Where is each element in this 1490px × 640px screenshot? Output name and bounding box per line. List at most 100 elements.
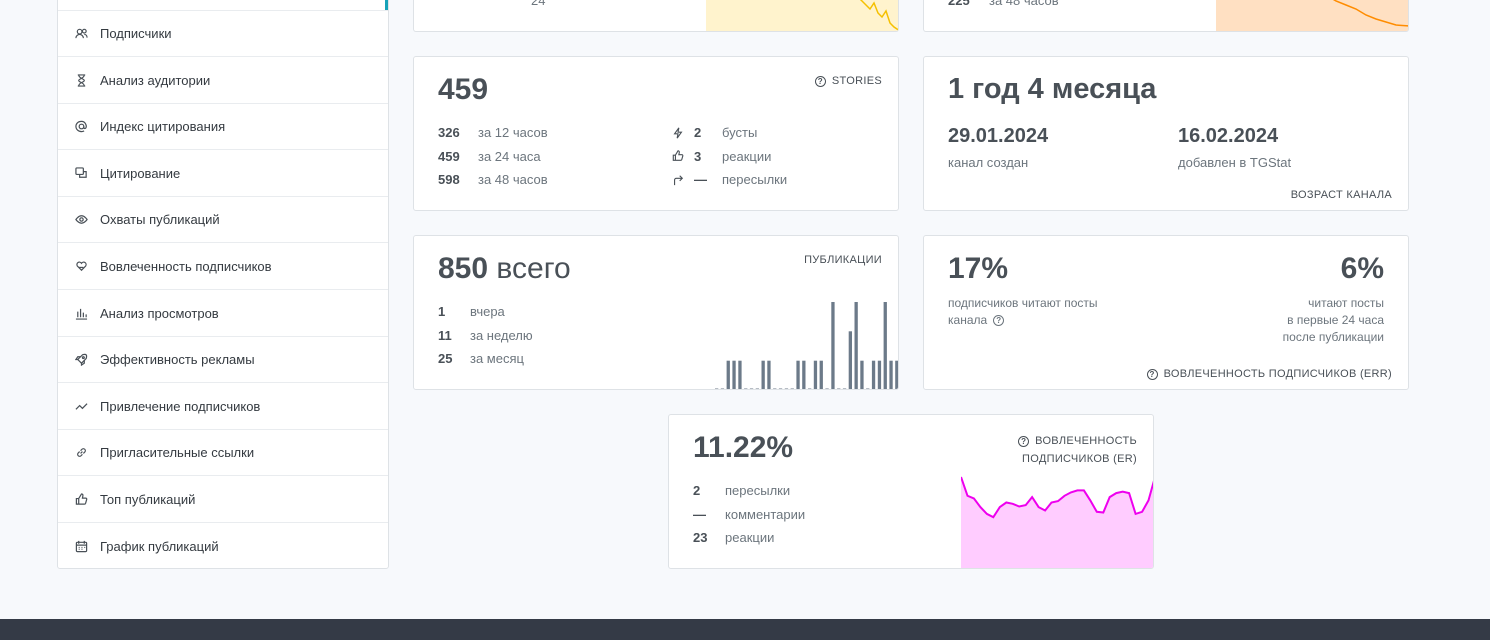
posts-bar [790, 388, 794, 389]
stat-label: за 24 часа [478, 148, 541, 164]
sidebar-item[interactable]: Пригласительные ссылки [58, 430, 388, 477]
posts-bar [877, 360, 882, 389]
subscribers-sparkline [706, 0, 898, 31]
posts-bar [720, 388, 725, 389]
er-card: 11.22% ? ВОВЛЕЧЕННОСТЬ ПОДПИСЧИКОВ (ER) 2… [668, 414, 1154, 569]
er-value: 11.22% [693, 431, 794, 464]
help-icon: ? [1018, 435, 1030, 447]
posts-bar [871, 360, 876, 389]
stat-label: за неделю [470, 327, 533, 343]
added-label: добавлен в TGStat [1178, 155, 1292, 170]
posts-bar [825, 388, 829, 389]
at-icon [74, 120, 88, 134]
er-tag[interactable]: ? ВОВЛЕЧЕННОСТЬ ПОДПИСЧИКОВ (ER) [1018, 432, 1137, 468]
page-footer [0, 619, 1490, 640]
help-icon[interactable]: ? [993, 314, 1005, 326]
posts-bar [808, 388, 812, 389]
posts-bar [866, 388, 870, 389]
posts-bar [738, 360, 742, 389]
posts-bar-chart [715, 302, 898, 389]
channel-age-value: 1 год 4 месяца [948, 73, 1157, 105]
sidebar-item[interactable]: Подписчики [58, 11, 388, 57]
trend-icon [74, 399, 88, 413]
er-line-chart [961, 476, 1153, 568]
sidebar-item-label: Подписчики [100, 26, 172, 41]
posts-bar [883, 302, 887, 389]
stat-value: 1 [438, 304, 446, 319]
link-icon [74, 446, 88, 460]
err-tag[interactable]: ? ВОВЛЕЧЕННОСТЬ ПОДПИСЧИКОВ (ERR) [1146, 368, 1392, 380]
forward-icon [672, 174, 686, 186]
posts-bar [715, 388, 719, 389]
stat-value: 2 [693, 483, 701, 498]
stories-stat-row: 2 бусты [672, 125, 757, 140]
stories-value: 459 [438, 73, 489, 106]
stat-row: 25 за месяц [438, 351, 524, 366]
posts-bar [848, 331, 852, 389]
sidebar-item[interactable]: График публикаций [58, 524, 388, 570]
stories-tag[interactable]: ? STORIES [814, 75, 882, 87]
sidebar-item-label: Эффективность рекламы [100, 352, 255, 368]
posts-bar [842, 388, 847, 389]
created-date: 29.01.2024 [948, 125, 1049, 147]
posts-bar [802, 360, 806, 389]
help-icon: ? [814, 75, 826, 87]
views-value: 225 [948, 0, 970, 8]
err-right-value: 6% [1340, 252, 1384, 285]
heart-hand-icon [74, 260, 88, 274]
sidebar-item[interactable]: Индекс цитирования [58, 104, 388, 151]
posts-bar [784, 388, 789, 389]
sidebar-item[interactable]: Анализ аудитории [58, 58, 388, 104]
sidebar-item[interactable]: Привлечение подписчиков [58, 384, 388, 430]
err-left-label-2: канала [948, 313, 988, 327]
posts-bar [837, 388, 841, 389]
sidebar-item-label: Топ публикаций [100, 492, 196, 507]
sidebar-item[interactable]: Анализ просмотров [58, 291, 388, 337]
subscribers-change-value: 24 [531, 0, 546, 8]
er-area [961, 477, 1153, 568]
stories-stat-value: 2 [694, 125, 702, 140]
stat-label: вчера [470, 304, 505, 319]
sidebar-item[interactable]: Топ публикаций [58, 477, 388, 523]
lightning-icon [672, 127, 686, 139]
err-right-label-2: в первые 24 часа [1287, 313, 1384, 327]
stat-row: 459 за 24 часа [438, 149, 541, 164]
posts-total: 850 [438, 252, 489, 285]
sidebar-item-label: Цитирование [100, 165, 181, 181]
stat-value: 25 [438, 351, 453, 366]
posts-bar [749, 388, 754, 389]
posts-value: 850 всего [438, 252, 571, 286]
err-left-label-1: подписчиков читают посты [948, 296, 1098, 310]
views-label: за 48 часов [989, 0, 1059, 8]
subscribers-card: 24 [413, 0, 899, 32]
posts-total-suffix: всего [496, 252, 571, 285]
stories-tag-label: STORIES [831, 75, 882, 87]
stat-label: комментарии [725, 506, 806, 522]
stat-row: 2 пересылки [693, 483, 790, 498]
posts-bar [744, 388, 748, 389]
err-left-label-2-wrap: канала ? [948, 313, 1005, 327]
stat-value: 326 [438, 125, 460, 140]
sidebar-item-label: Вовлеченность подписчиков [100, 259, 272, 274]
posts-bar [732, 360, 736, 389]
stat-row: — комментарии [693, 507, 805, 522]
sidebar-item[interactable]: Цитирование [58, 151, 388, 197]
stories-stat-value: 3 [694, 148, 702, 164]
sidebar-item[interactable]: Вовлеченность подписчиков [58, 244, 388, 290]
posts-bar [755, 388, 759, 389]
channel-age-card: 1 год 4 месяца 29.01.2024 канал создан 1… [923, 56, 1409, 211]
sidebar-item-label: Индекс цитирования [100, 119, 226, 135]
stat-row: 23 реакции [693, 530, 774, 545]
stories-stat-row: 3 реакции [672, 149, 771, 164]
stories-stat-row: — пересылки [672, 172, 787, 187]
posts-bar [854, 302, 858, 389]
posts-bar [895, 360, 898, 389]
sidebar-item-label: Пригласительные ссылки [100, 445, 255, 461]
sidebar-item[interactable]: Охваты публикаций [58, 197, 388, 244]
stat-label: за 48 часов [478, 172, 548, 187]
sidebar-item[interactable]: Эффективность рекламы [58, 337, 388, 384]
stat-value: 598 [438, 172, 460, 187]
err-right-label-3: после публикации [1282, 330, 1384, 344]
created-label: канал создан [948, 155, 1029, 170]
posts-tag: ПУБЛИКАЦИИ [804, 254, 882, 266]
